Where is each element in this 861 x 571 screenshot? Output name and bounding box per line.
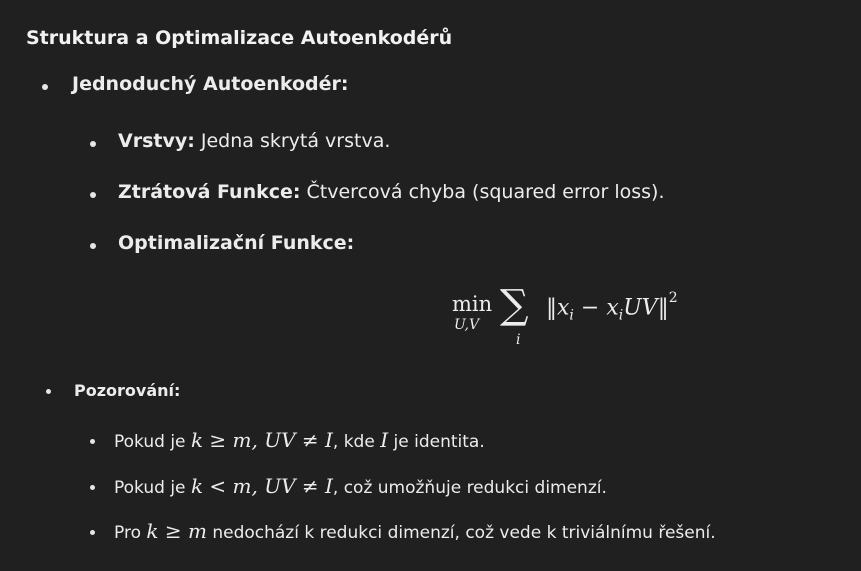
layers-item: Vrstvy: Jedna skrytá vrstva.	[118, 130, 390, 152]
bullet-observations	[46, 389, 51, 394]
optimization-formula: min U,V ∑ i ‖xi − xiUV‖2	[448, 282, 718, 362]
observations-heading: Pozorování:	[74, 381, 181, 400]
formula-sum: ∑	[500, 282, 529, 328]
loss-label: Ztrátová Funkce:	[118, 181, 301, 203]
obs-3-math: k ≥ m	[146, 519, 207, 543]
simple-heading: Jednoduchý Autoenkodér:	[72, 73, 349, 95]
document-page: Struktura a Optimalizace Autoenkodérů Je…	[0, 0, 861, 571]
bullet-obs-3	[90, 530, 95, 535]
bullet-obs-1	[90, 439, 95, 444]
loss-text: Čtvercová chyba (squared error loss).	[306, 181, 665, 203]
layers-text: Jedna skrytá vrstva.	[200, 130, 391, 152]
bullet-loss	[90, 192, 96, 198]
obs-1-math: k ≥ m, UV ≠ I	[190, 428, 333, 452]
bullet-layers	[90, 141, 96, 147]
opt-label: Optimalizační Funkce:	[118, 232, 355, 254]
bullet-opt	[90, 243, 96, 249]
observation-item-1: Pokud je k ≥ m, UV ≠ I, kde I je identit…	[114, 428, 485, 452]
bullet-obs-2	[90, 485, 95, 490]
observation-item-3: Pro k ≥ m nedochází k redukci dimenzí, c…	[114, 519, 716, 543]
loss-item: Ztrátová Funkce: Čtvercová chyba (square…	[118, 181, 664, 203]
layers-label: Vrstvy:	[118, 130, 195, 152]
formula-min: min	[452, 292, 493, 316]
page-title: Struktura a Optimalizace Autoenkodérů	[26, 27, 453, 49]
obs-2-math: k < m, UV ≠ I	[190, 474, 333, 498]
bullet-simple	[42, 84, 48, 90]
formula-min-sub: U,V	[454, 317, 480, 333]
formula-body: ‖xi − xiUV‖2	[546, 290, 678, 324]
formula-sum-sub: i	[516, 332, 521, 348]
observation-item-2: Pokud je k < m, UV ≠ I, což umožňuje red…	[114, 474, 607, 498]
